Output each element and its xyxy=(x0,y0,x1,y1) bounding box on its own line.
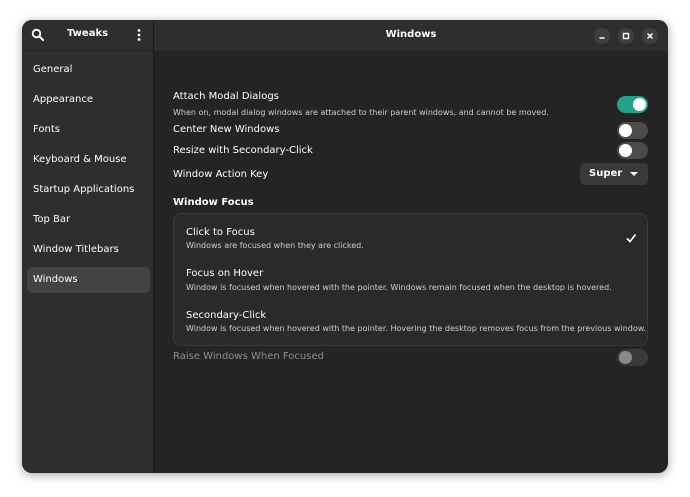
focus-option-label: Click to Focus xyxy=(186,227,255,238)
minimize-icon xyxy=(599,37,605,39)
sidebar-item-startup-applications[interactable]: Startup Applications xyxy=(27,177,150,203)
vertical-dots-icon[interactable] xyxy=(134,28,144,42)
switch-knob xyxy=(619,124,632,137)
switch-knob xyxy=(619,144,632,157)
sidebar-header: Tweaks xyxy=(22,20,153,51)
maximize-icon xyxy=(622,32,630,40)
focus-option-hover[interactable]: Focus on Hover Window is focused when ho… xyxy=(174,258,647,300)
attach-modal-label: Attach Modal Dialogs xyxy=(173,91,279,102)
sidebar-item-window-titlebars[interactable]: Window Titlebars xyxy=(27,237,150,263)
focus-option-description: Window is focused when hovered with the … xyxy=(186,324,647,333)
sidebar-item-windows[interactable]: Windows xyxy=(27,267,150,293)
page-title: Windows xyxy=(385,29,437,40)
sidebar-item-top-bar[interactable]: Top Bar xyxy=(27,207,150,233)
focus-option-description: Windows are focused when they are clicke… xyxy=(186,241,364,250)
resize-secondary-label: Resize with Secondary-Click xyxy=(173,145,313,156)
focus-option-click[interactable]: Click to Focus Windows are focused when … xyxy=(174,214,647,258)
tweaks-window: Tweaks General Appearance Fonts Keyboard… xyxy=(22,20,668,473)
center-new-windows-label: Center New Windows xyxy=(173,124,280,135)
center-new-windows-switch[interactable] xyxy=(617,122,648,139)
switch-knob xyxy=(633,98,646,111)
sidebar-item-general[interactable]: General xyxy=(27,57,150,83)
raise-windows-label: Raise Windows When Focused xyxy=(173,351,324,362)
window-focus-heading: Window Focus xyxy=(173,197,254,208)
window-action-key-label: Window Action Key xyxy=(173,169,269,180)
switch-knob xyxy=(619,351,632,364)
window-action-key-dropdown[interactable]: Super xyxy=(580,163,648,185)
window-focus-list: Click to Focus Windows are focused when … xyxy=(173,213,648,346)
focus-option-label: Focus on Hover xyxy=(186,268,264,279)
focus-option-description: Window is focused when hovered with the … xyxy=(186,283,612,292)
resize-secondary-switch[interactable] xyxy=(617,142,648,159)
dropdown-value: Super xyxy=(589,168,623,179)
settings-panel: Attach Modal Dialogs When on, modal dial… xyxy=(154,51,668,473)
maximize-button[interactable] xyxy=(618,28,634,44)
checkmark-icon xyxy=(626,233,637,243)
sidebar-item-appearance[interactable]: Appearance xyxy=(27,87,150,113)
focus-option-secondary-click[interactable]: Secondary-Click Window is focused when h… xyxy=(174,300,647,346)
raise-windows-switch[interactable] xyxy=(617,349,648,366)
sidebar: Tweaks General Appearance Fonts Keyboard… xyxy=(22,20,154,473)
minimize-button[interactable] xyxy=(594,28,610,44)
chevron-down-icon xyxy=(630,172,638,176)
sidebar-item-fonts[interactable]: Fonts xyxy=(27,117,150,143)
focus-option-label: Secondary-Click xyxy=(186,310,267,321)
attach-modal-switch[interactable] xyxy=(617,96,648,113)
sidebar-item-keyboard-mouse[interactable]: Keyboard & Mouse xyxy=(27,147,150,173)
close-button[interactable] xyxy=(642,28,658,44)
close-icon xyxy=(646,32,654,40)
attach-modal-description: When on, modal dialog windows are attach… xyxy=(173,108,549,117)
header-bar: Windows xyxy=(154,20,668,51)
